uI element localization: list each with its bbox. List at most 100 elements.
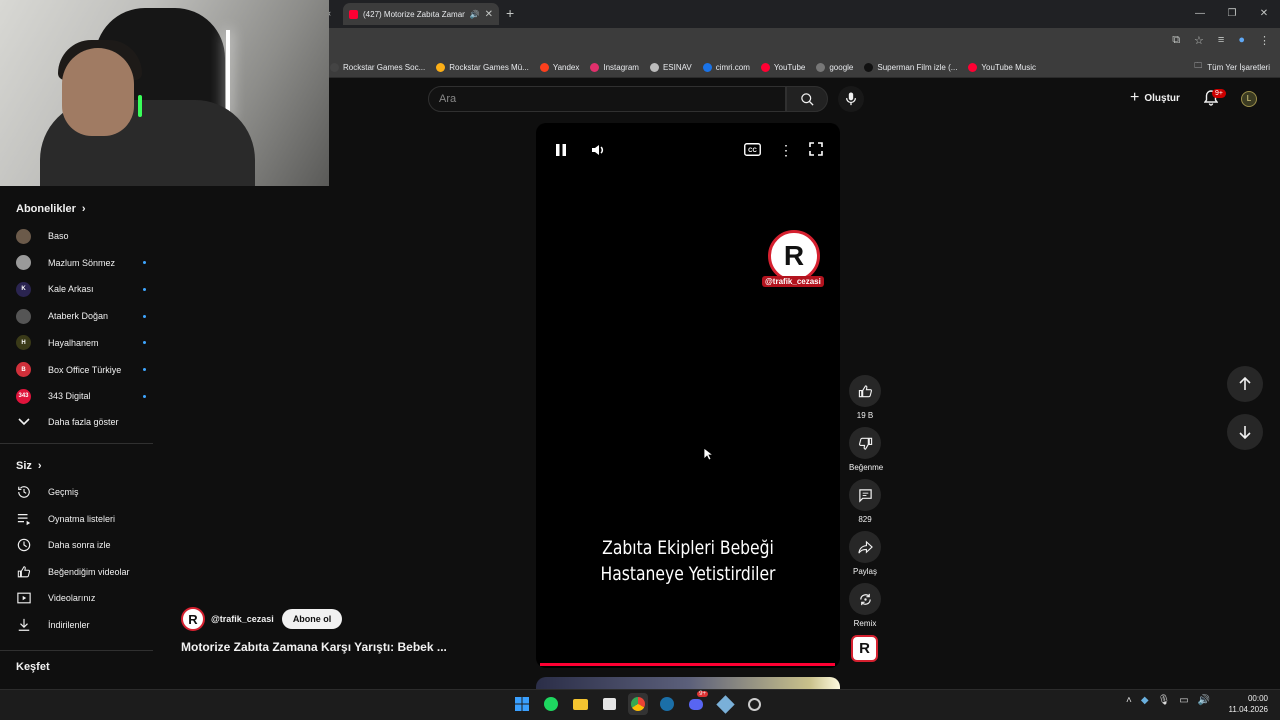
bookmark-item[interactable]: cimri.com [702,62,750,72]
bookmark-item[interactable]: Rockstar Games Mü... [436,62,529,72]
you-header[interactable]: Siz › [16,460,42,472]
share-button[interactable] [849,531,881,563]
all-bookmarks-button[interactable]: 🗀 Tüm Yer İşaretleri [1194,58,1270,76]
comment-icon [858,488,872,503]
captions-button[interactable]: CC [744,143,761,161]
subscription-item[interactable]: B Box Office Türkiye [16,360,146,380]
subscription-item[interactable]: H Hayalhanem [16,333,146,353]
subscription-item[interactable]: Mazlum Sönmez [16,253,146,273]
search-input[interactable]: Ara [428,86,786,112]
new-content-dot [143,368,146,371]
microphone-icon [845,92,857,106]
install-app-icon[interactable]: ⧉ [1172,34,1180,47]
steam-icon[interactable] [657,693,677,715]
bookmark-item[interactable]: google [816,62,853,72]
sidebar-item-watch-later[interactable]: Daha sonra izle [16,535,146,555]
settings-app-icon[interactable] [744,693,764,715]
like-action[interactable]: 19 B [849,375,881,420]
channel-thumbnail[interactable]: R [851,635,878,662]
sidebar-divider [0,650,153,651]
create-button[interactable]: + Oluştur [1130,90,1180,106]
channel-avatar[interactable]: R [181,607,205,631]
history-icon [16,484,32,500]
sidebar-item-your-videos[interactable]: Videolarınız [16,588,146,608]
close-window-icon[interactable]: ✕ [1248,0,1280,28]
subscription-item[interactable]: Ataberk Doğan [16,306,146,326]
next-short-preview[interactable] [536,677,840,689]
steam-tray-icon[interactable]: ◆ [1141,695,1149,706]
share-action[interactable]: Paylaş [849,531,881,576]
sidebar-item-label: Daha sonra izle [48,540,111,551]
bookmark-favicon-icon [649,62,659,72]
dislike-button[interactable] [849,427,881,459]
microsoft-store-icon[interactable] [599,693,619,715]
minimize-icon[interactable]: — [1184,0,1216,28]
clock-time: 00:00 [1247,694,1268,703]
comments-action[interactable]: 829 [849,479,881,524]
menu-icon[interactable]: ⋮ [1259,34,1270,47]
subscribe-button[interactable]: Abone ol [281,609,343,629]
fullscreen-button[interactable] [808,141,824,162]
bookmark-item[interactable]: Superman Film izle (... [864,62,957,72]
profile-icon[interactable]: ● [1238,34,1245,47]
folder-icon: 🗀 [1194,61,1203,70]
search-button[interactable] [786,86,828,112]
chevron-right-icon: › [37,460,42,472]
like-button[interactable] [849,375,881,407]
webcam-overlay [0,0,329,186]
sidebar-item-label: İndirilenler [48,620,90,630]
taskbar-clock[interactable]: 00:00 11.04.2026 [1228,693,1268,715]
more-options-icon[interactable]: ⋮ [779,142,793,159]
dislike-action[interactable]: Beğenme [849,427,883,472]
reading-list-icon[interactable]: ≡ [1218,34,1224,47]
tab-audio-icon[interactable]: 🔊 [470,10,480,19]
account-avatar[interactable]: L [1241,91,1257,107]
browser-tab-active[interactable]: (427) Motorize Zabıta Zamana Karşı Yarış… [343,3,499,25]
bookmark-item[interactable]: YouTube [760,62,805,72]
volume-button[interactable] [590,142,606,163]
channel-handle[interactable]: @trafik_cezasi [211,614,274,624]
bookmark-item[interactable]: Rockstar Games Soc... [330,62,425,72]
discord-icon[interactable]: 9+ [686,691,708,715]
bookmark-star-icon[interactable]: ☆ [1194,34,1204,47]
subscription-item[interactable]: Baso [16,226,146,246]
voice-search-button[interactable] [838,86,864,112]
file-explorer-icon[interactable] [570,693,590,715]
watch-later-icon [16,537,32,553]
restore-icon[interactable]: ❐ [1216,0,1248,28]
sidebar-item-playlists[interactable]: Oynatma listeleri [16,509,146,529]
microphone-tray-icon[interactable]: 🎙 [1158,695,1171,706]
arrow-up-icon [1239,377,1251,390]
network-icon[interactable]: ▭ [1179,695,1188,706]
liked-icon [16,564,32,580]
tab-close-icon[interactable]: ✕ [485,9,493,20]
pause-button[interactable] [553,142,569,163]
downloads-icon [16,617,32,633]
bookmark-item[interactable]: Yandex [539,62,579,72]
remix-button[interactable] [849,583,881,615]
tray-chevron-up-icon[interactable]: ˄ [1126,695,1132,706]
comments-button[interactable] [849,479,881,511]
show-more-button[interactable]: Daha fazla göster [16,412,146,432]
spotify-icon[interactable] [541,693,561,715]
sidebar-item-downloads[interactable]: İndirilenler [16,615,146,635]
subscriptions-header[interactable]: Abonelikler › [16,203,86,215]
bookmark-item[interactable]: ESINAV [649,62,692,72]
sidebar-item-history[interactable]: Geçmiş [16,482,146,502]
windows-start-icon[interactable] [512,693,532,715]
game-launcher-icon[interactable] [715,693,735,715]
subscription-label: Baso [48,231,69,241]
speaker-icon[interactable]: 🔊 [1198,695,1210,706]
subscription-item[interactable]: K Kale Arkası [16,279,146,299]
new-tab-button[interactable]: + [506,5,514,21]
next-short-button[interactable] [1227,414,1263,450]
subscription-item[interactable]: 343 343 Digital [16,386,146,406]
sidebar-item-liked[interactable]: Beğendiğim videolar [16,562,146,582]
remix-action[interactable]: Remix [849,583,881,628]
bookmark-item[interactable]: YouTube Music [968,62,1036,72]
video-title[interactable]: Motorize Zabıta Zamana Karşı Yarıştı: Be… [181,640,481,654]
bookmark-item[interactable]: Instagram [590,62,639,72]
previous-short-button[interactable] [1227,366,1263,402]
bookmark-favicon-icon [816,62,826,72]
chrome-icon[interactable] [628,693,648,715]
